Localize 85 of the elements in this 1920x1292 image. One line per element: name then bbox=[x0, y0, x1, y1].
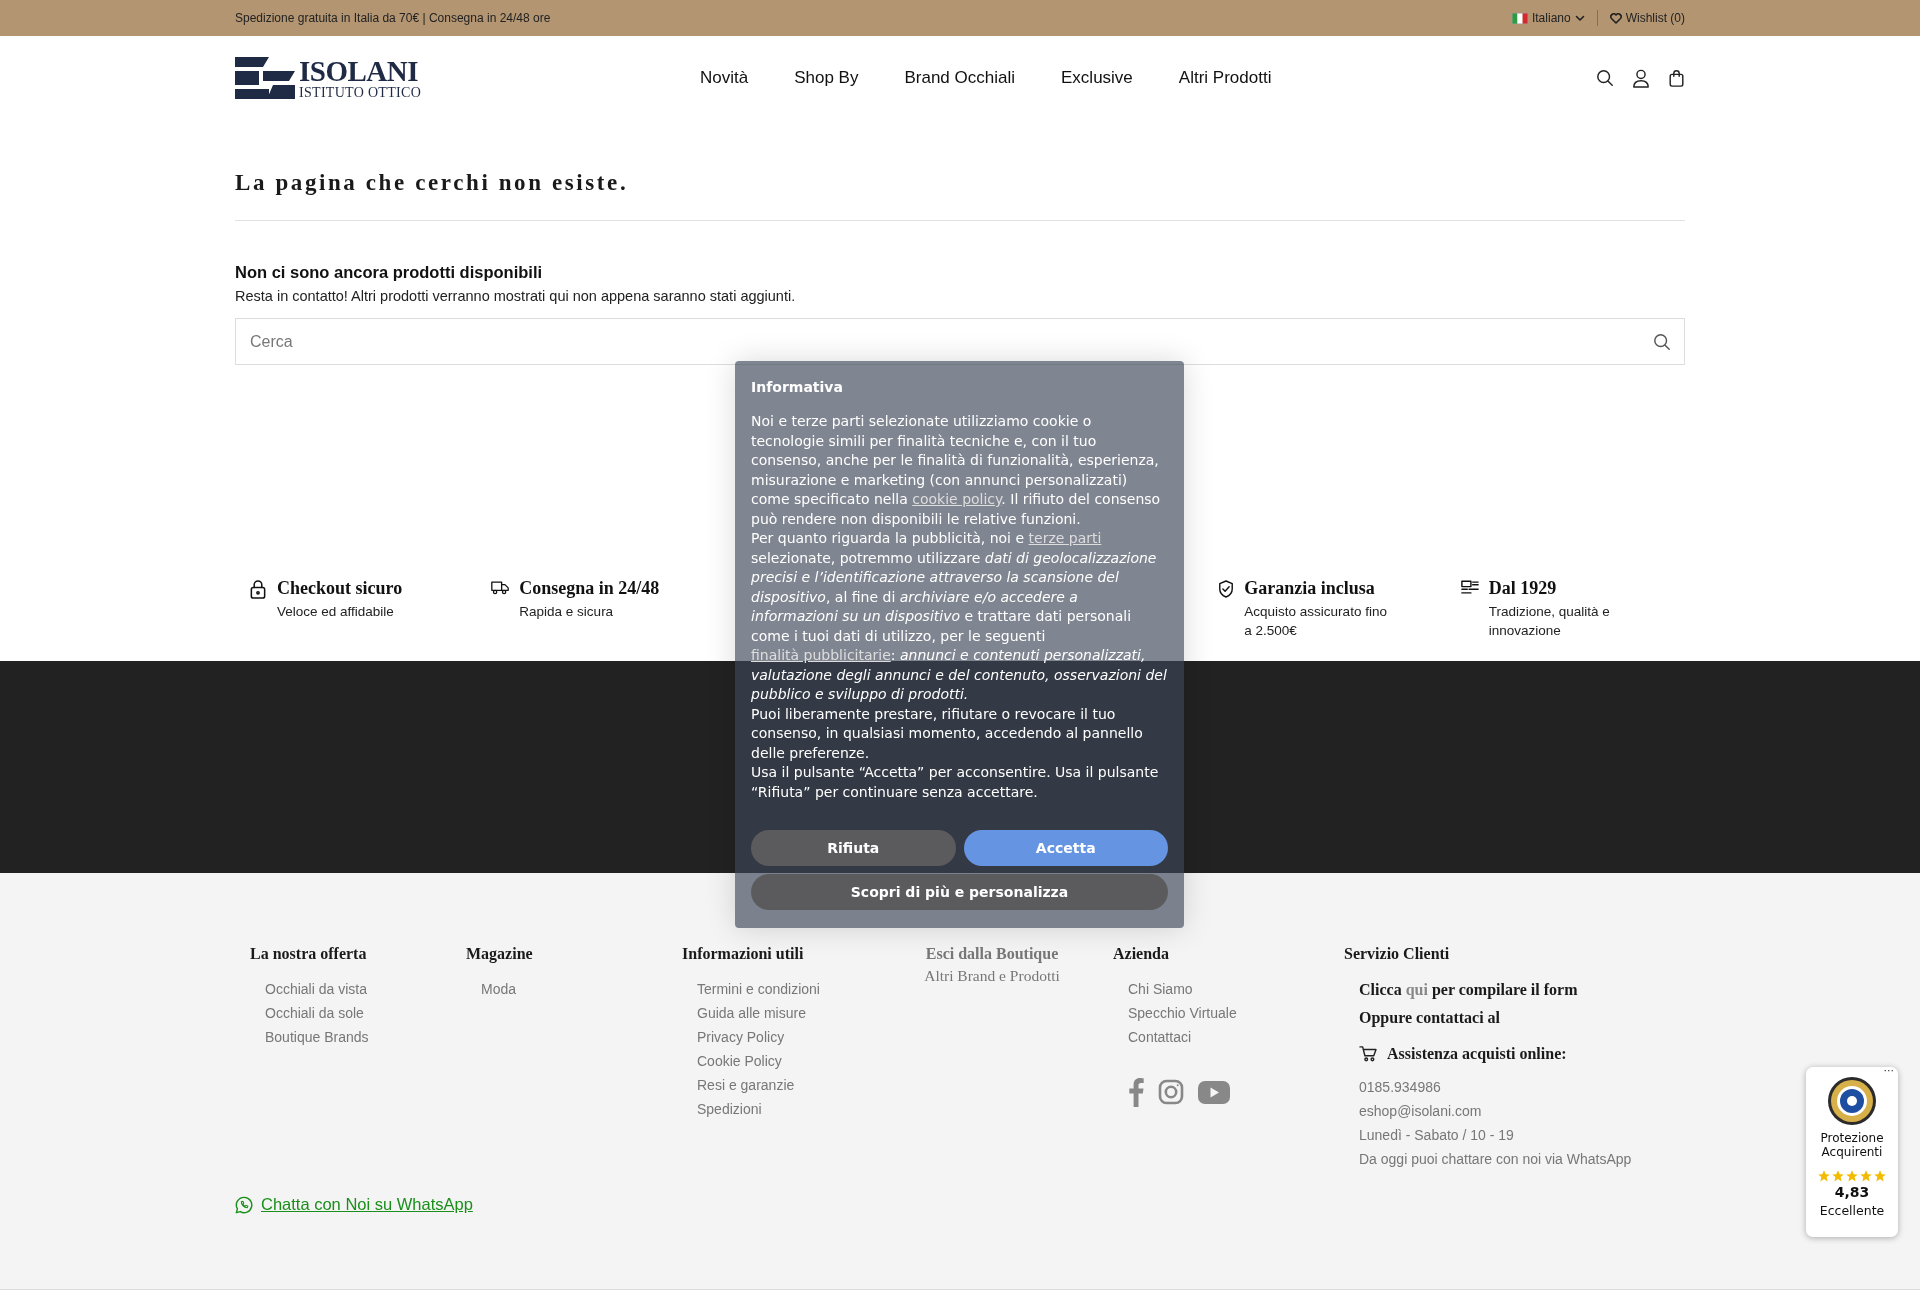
feature-text: Rapida e sicura bbox=[519, 603, 615, 621]
search-icon[interactable] bbox=[1653, 333, 1671, 351]
seal-icon bbox=[1827, 1076, 1877, 1126]
inline-link[interactable]: cookie policy bbox=[912, 491, 1002, 507]
inline-link[interactable]: terze parti bbox=[1028, 530, 1102, 546]
whatsapp-icon bbox=[235, 1195, 253, 1214]
logo-title: ISOLANI bbox=[299, 56, 419, 86]
more-dots[interactable]: ··· bbox=[1883, 1064, 1894, 1077]
footer-heading: Magazine bbox=[466, 945, 534, 963]
contact-detail: Da oggi puoi chattare con noi via WhatsApp bbox=[1359, 1151, 1633, 1169]
feature-text: Acquisto assicurato fino a 2.500€ bbox=[1244, 603, 1388, 640]
search-field[interactable]: Cerca bbox=[235, 318, 1685, 365]
trust-badge[interactable]: ··· Protezione Acquirenti 4,83 Eccellente bbox=[1806, 1067, 1898, 1237]
facebook-icon[interactable] bbox=[1128, 1077, 1144, 1107]
footer-link[interactable]: Resi e garanzie bbox=[697, 1077, 892, 1101]
feature-title: Garanzia inclusa bbox=[1244, 578, 1376, 599]
consent-text: Noi e terze parti selezionate utilizziamo cookie o tecnologie simili per finalità tecniche e, con il tuo consenso, anche per le finalità di funzionalità, esperienza, misurazione e marketing (con annunci personalizzati) come specificato nella cookie policy. Il rifiuto del consenso può rendere non disponibili le relative funzioni. bbox=[751, 412, 1162, 529]
shipping-notice: Spedizione gratuita in Italia da 70€ | Consegna in 24/48 ore bbox=[235, 11, 551, 25]
wishlist-link[interactable]: Wishlist (0) bbox=[1609, 11, 1685, 25]
footer-link[interactable]: Chi Siamo bbox=[1128, 981, 1323, 1005]
support-label: Assistenza acquisti online: bbox=[1387, 1045, 1567, 1063]
consent-text: Per quanto riguarda la pubblicità, noi e terze parti selezionate, potremmo utilizzare dati di geolocalizzazione precisi e l’identificazione attraverso la scansione del dispositivo, al fine di archiviare e/o accedere a informazioni su un dispositivo e trattare dati personali come i tuoi dati di utilizzo, per le seguenti finalità pubblicitarie: annunci e contenuti personalizzati, valutazione degli annunci e del contenuto, osservazioni del pubblico e sviluppo di prodotti. bbox=[751, 529, 1168, 704]
footer-link[interactable]: Boutique Brands bbox=[265, 1029, 466, 1053]
cart-icon bbox=[1359, 1046, 1377, 1062]
page-title: La pagina che cerchi non esiste. bbox=[235, 170, 1685, 221]
empty-message: Resta in contatto! Altri prodotti verranno mostrati qui non appena saranno stati aggiunti. bbox=[235, 288, 797, 304]
footer-link[interactable]: Altri Brand e Prodotti bbox=[892, 967, 1092, 985]
rating-verdict: Eccellente bbox=[1819, 1202, 1885, 1218]
contact-text: Oppure contattaci al bbox=[1359, 1009, 1502, 1027]
feature-title: Checkout sicuro bbox=[277, 578, 403, 599]
footer-heading: Informazioni utili bbox=[682, 945, 805, 963]
nav-link[interactable]: Altri Prodotti bbox=[1178, 68, 1272, 88]
accept-button[interactable]: Accetta bbox=[963, 830, 1168, 866]
footer-link[interactable]: Occhiali da vista bbox=[265, 981, 466, 1005]
user-icon[interactable] bbox=[1632, 68, 1650, 88]
footer-link[interactable]: Spedizioni bbox=[697, 1101, 892, 1125]
contact-detail: 0185.934986 bbox=[1359, 1079, 1442, 1097]
customize-button[interactable]: Scopri di più e personalizza bbox=[751, 874, 1168, 910]
nav-link[interactable]: Novità bbox=[700, 68, 749, 88]
consent-text: Puoi liberamente prestare, rifiutare o revocare il tuo consenso, in qualsiasi momento, accedendo al pannello delle preferenze. bbox=[751, 704, 1144, 763]
empty-heading: Non ci sono ancora prodotti disponibili bbox=[235, 263, 544, 282]
rating-value: 4,83 bbox=[1834, 1183, 1870, 1200]
footer-heading: La nostra offerta bbox=[250, 945, 368, 963]
footer-link[interactable]: Termini e condizioni bbox=[697, 981, 892, 1005]
lock-icon bbox=[249, 580, 267, 599]
feature-text: Tradizione, qualità e innovazione bbox=[1488, 603, 1611, 640]
footer-heading: Azienda bbox=[1113, 945, 1170, 963]
feature-title: Consegna in 24/48 bbox=[519, 578, 660, 599]
contact-detail: Lunedì - Sabato / 10 - 19 bbox=[1359, 1127, 1515, 1145]
youtube-icon[interactable] bbox=[1198, 1080, 1230, 1104]
nav-link[interactable]: Brand Occhiali bbox=[904, 68, 1015, 88]
contact-detail: eshop@isolani.com bbox=[1359, 1103, 1483, 1121]
feature-text: Veloce ed affidabile bbox=[277, 603, 395, 621]
reject-button[interactable]: Rifiuta bbox=[751, 830, 956, 866]
truck-icon bbox=[491, 580, 510, 595]
caret-icon bbox=[1574, 14, 1585, 22]
instagram-icon[interactable] bbox=[1158, 1079, 1184, 1105]
inline-link[interactable]: finalità pubblicitarie bbox=[751, 647, 891, 663]
footer-link[interactable]: Specchio Virtuale bbox=[1128, 1005, 1323, 1029]
contact-form-text: Clicca qui per compilare il form bbox=[1359, 981, 1579, 999]
heart-icon bbox=[1609, 12, 1622, 24]
shield-icon bbox=[1218, 580, 1235, 598]
footer-link[interactable]: Cookie Policy bbox=[697, 1053, 892, 1077]
feature-title: Dal 1929 bbox=[1488, 578, 1558, 599]
footer-heading: Esci dalla Boutique bbox=[924, 945, 1060, 963]
footer-link[interactable]: Occhiali da sole bbox=[265, 1005, 466, 1029]
whatsapp-link[interactable]: Chatta con Noi su WhatsApp bbox=[261, 1195, 473, 1214]
language-selector[interactable]: Italiano bbox=[1511, 11, 1585, 25]
nav-link[interactable]: Shop By bbox=[794, 68, 859, 88]
list-icon bbox=[1460, 580, 1479, 595]
footer-heading: Servizio Clienti bbox=[1344, 945, 1451, 963]
nav-link[interactable]: Exclusive bbox=[1061, 68, 1133, 88]
footer-link[interactable]: Privacy Policy bbox=[697, 1029, 892, 1053]
footer-link[interactable]: Contattaci bbox=[1128, 1029, 1323, 1053]
logo-subtitle: ISTITUTO OTTICO bbox=[299, 85, 422, 100]
italian-flag-icon bbox=[1511, 12, 1528, 24]
logo-mark-icon bbox=[235, 57, 295, 99]
contact-form-link[interactable]: qui bbox=[1405, 981, 1428, 998]
badge-label: Protezione Acquirenti bbox=[1819, 1132, 1885, 1160]
search-icon[interactable] bbox=[1596, 69, 1614, 87]
footer-link[interactable]: Moda bbox=[481, 981, 682, 1005]
consent-text: Usa il pulsante “Accetta” per acconsentire. Usa il pulsante “Rifiuta” per continuare senza accettare. bbox=[751, 763, 1160, 802]
shopping-bag-icon[interactable] bbox=[1668, 69, 1685, 87]
dialog-title: Informativa bbox=[751, 379, 844, 395]
footer-link[interactable]: Guida alle misure bbox=[697, 1005, 892, 1029]
